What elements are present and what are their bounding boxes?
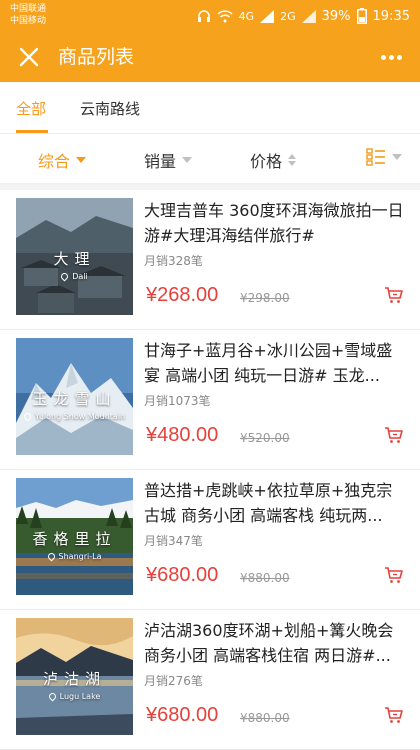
product-item[interactable]: 香格里拉 Shangri-La 普达措+虎跳峡+依拉草原+独克宗古城 商务小团 … (0, 470, 420, 610)
list-view-icon (366, 148, 385, 166)
network-type-2: 2G (280, 9, 296, 23)
product-price: ¥680.00 (146, 704, 219, 726)
chevron-down-icon (182, 157, 193, 163)
product-image-title: 香格里拉 (32, 530, 117, 548)
location-pin-icon (59, 271, 70, 282)
status-bar: 中国联通 中国移动 4G 2G 39% 19:35 (0, 0, 420, 32)
location-pin-icon (47, 691, 58, 702)
page-title: 商品列表 (58, 46, 135, 68)
product-sales: 月销276笔 (144, 674, 203, 688)
tab-all[interactable]: 全部 (16, 98, 46, 119)
product-item[interactable]: 玉龙雪山 Yulong Snow Mountain 甘海子+蓝月谷+冰川公园+雪… (0, 330, 420, 470)
product-title: 甘海子+蓝月谷+冰川公园+雪域盛宴 高端小团 纯玩一日游# 玉龙... (144, 341, 393, 385)
cart-icon[interactable] (384, 426, 404, 444)
location-pin-icon (46, 551, 56, 562)
more-icon-dot (388, 54, 394, 60)
product-price: ¥268.00 (146, 284, 219, 306)
product-original-price: ¥880.00 (240, 711, 290, 725)
view-toggle-button[interactable] (366, 148, 402, 166)
product-image-subtitle-text: Yulong Snow Mountain (34, 412, 126, 421)
signal-icon-1 (260, 9, 275, 23)
network-type-1: 4G (238, 9, 255, 23)
chevron-down-icon (392, 154, 402, 160)
carrier-2: 中国移动 (10, 16, 47, 26)
product-title: 大理吉普车 360度环洱海微旅拍一日游#大理洱海结伴旅行# (144, 201, 404, 245)
sort-bar: 综合 销量 价格 (0, 134, 420, 184)
cart-icon[interactable] (384, 566, 404, 584)
active-tab-indicator (16, 130, 48, 133)
product-image-title: 大理 (53, 250, 96, 268)
product-image-title: 泸沽湖 (42, 670, 106, 688)
product-image-subtitle-text: Shangri-La (58, 552, 102, 561)
product-image-subtitle-text: Dali (72, 272, 88, 281)
status-icons: 4G 2G 39% 19:35 (197, 7, 410, 25)
carrier-1: 中国联通 (10, 4, 47, 14)
sort-sales[interactable]: 销量 (144, 148, 193, 172)
location-pin-icon (22, 411, 33, 422)
sort-sales-label: 销量 (144, 152, 177, 171)
sort-price-label: 价格 (250, 152, 283, 171)
cart-icon[interactable] (384, 706, 404, 724)
product-image-subtitle: Dali (16, 271, 133, 282)
product-image: 香格里拉 Shangri-La (16, 478, 133, 595)
sort-comprehensive-label: 综合 (38, 152, 71, 171)
product-image-subtitle: Lugu Lake (16, 691, 133, 702)
product-item[interactable]: 泸沽湖 Lugu Lake 泸沽湖360度环湖+划船+篝火晚会 商务小团 高端客… (0, 610, 420, 750)
product-original-price: ¥298.00 (240, 291, 290, 305)
product-image-title: 玉龙雪山 (32, 390, 117, 408)
close-button[interactable] (14, 42, 44, 72)
signal-icon-2 (301, 9, 316, 23)
headphones-icon (197, 10, 210, 22)
cart-icon[interactable] (384, 286, 404, 304)
wifi-icon (217, 9, 233, 22)
product-item[interactable]: 大理 Dali 大理吉普车 360度环洱海微旅拍一日游#大理洱海结伴旅行# 月销… (0, 190, 420, 330)
category-tabs: 全部 云南路线 (0, 82, 420, 134)
more-icon (380, 54, 386, 60)
product-title: 普达措+虎跳峡+依拉草原+独克宗古城 商务小团 高端客栈 纯玩两... (144, 481, 393, 525)
product-image: 泸沽湖 Lugu Lake (16, 618, 133, 735)
product-list: 大理 Dali 大理吉普车 360度环洱海微旅拍一日游#大理洱海结伴旅行# 月销… (0, 190, 420, 750)
product-image-subtitle: Yulong Snow Mountain (16, 411, 133, 422)
product-title: 泸沽湖360度环湖+划船+篝火晚会 商务小团 高端客栈住宿 两日游#... (144, 621, 394, 665)
product-image-subtitle-text: Lugu Lake (59, 692, 101, 701)
sort-comprehensive[interactable]: 综合 (38, 148, 87, 172)
product-price: ¥480.00 (146, 424, 219, 446)
product-image: 玉龙雪山 Yulong Snow Mountain (16, 338, 133, 455)
product-sales: 月销347笔 (144, 534, 203, 548)
more-icon-dot (396, 54, 402, 60)
product-image-subtitle: Shangri-La (16, 551, 133, 562)
carrier-info: 中国联通 中国移动 (10, 3, 46, 27)
battery-icon (356, 8, 367, 24)
nav-bar: 商品列表 (0, 32, 420, 82)
close-icon (19, 47, 39, 67)
product-price: ¥680.00 (146, 564, 219, 586)
product-image: 大理 Dali (16, 198, 133, 315)
sort-arrows-icon (288, 154, 297, 166)
product-original-price: ¥880.00 (240, 571, 290, 585)
product-sales: 月销1073笔 (144, 394, 211, 408)
battery-percent: 39% (321, 8, 351, 24)
sort-price[interactable]: 价格 (250, 148, 297, 172)
product-original-price: ¥520.00 (240, 431, 290, 445)
tab-yunnan-routes[interactable]: 云南路线 (80, 98, 140, 119)
more-button[interactable] (376, 42, 406, 72)
chevron-down-icon (76, 157, 87, 163)
clock: 19:35 (372, 8, 410, 24)
product-sales: 月销328笔 (144, 254, 203, 268)
